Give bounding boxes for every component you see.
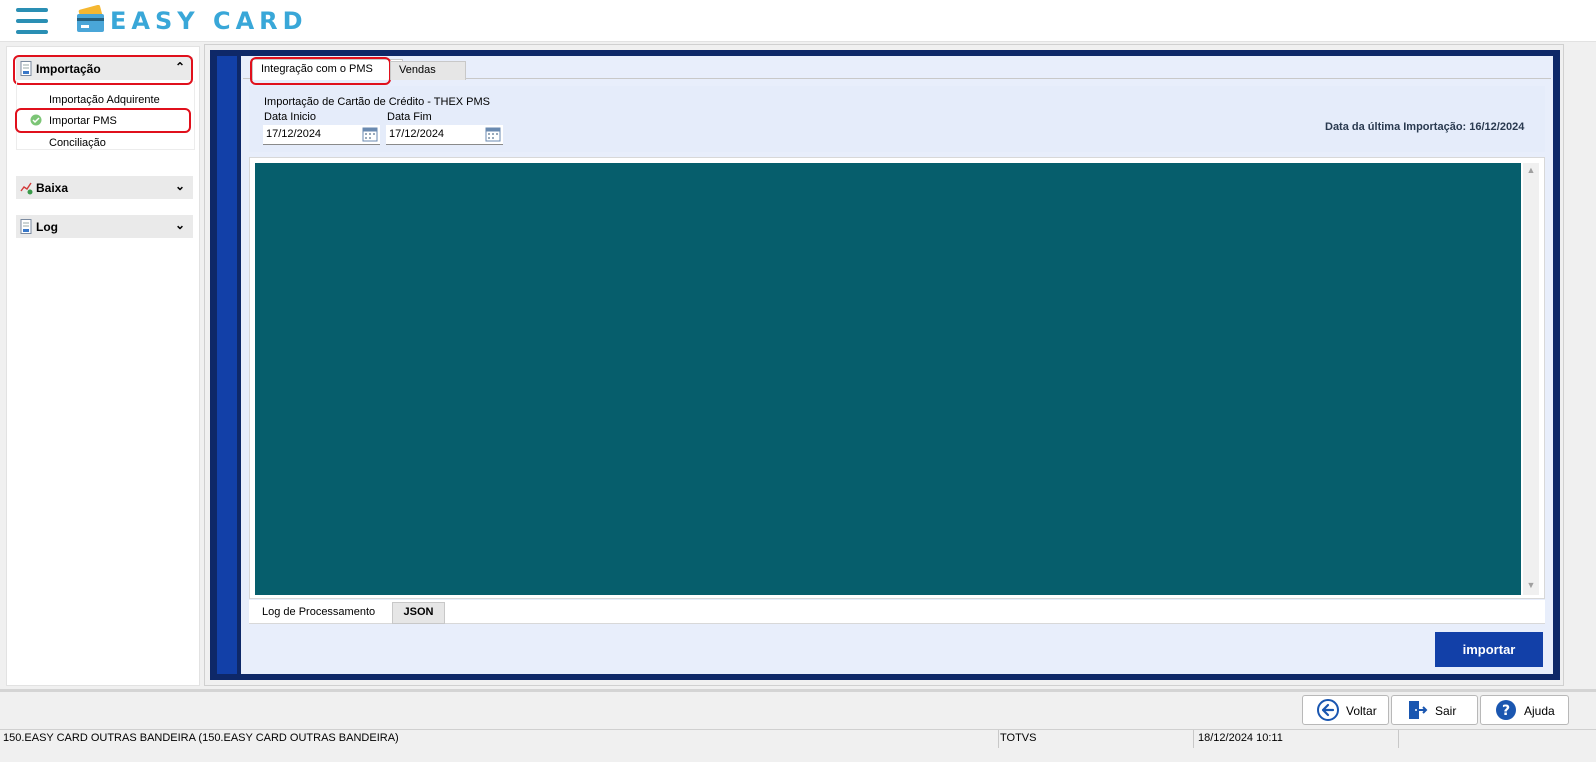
highlight-box [250, 57, 391, 85]
sair-label: Sair [1435, 704, 1457, 718]
sidebar-item-conciliacao[interactable]: Conciliação [49, 137, 106, 149]
sidebar-section-label: Baixa [36, 181, 69, 195]
status-vendor: TOTVS [997, 730, 1194, 748]
vertical-scrollbar[interactable] [1523, 163, 1539, 595]
data-inicio-field[interactable]: 17/12/2024 [263, 125, 380, 145]
frame-strip [217, 56, 237, 674]
data-inicio-label: Data Inicio [264, 111, 316, 123]
back-icon [1317, 699, 1339, 721]
help-icon: ? [1496, 700, 1516, 720]
log-output-area[interactable] [255, 163, 1521, 595]
data-inicio-value: 17/12/2024 [266, 128, 322, 140]
last-import-date: Data da última Importação: 16/12/2024 [1325, 121, 1525, 133]
tab-json[interactable]: JSON [392, 602, 445, 624]
sidebar-section-log[interactable]: Log ⌄ [16, 215, 193, 238]
sidebar-section-baixa[interactable]: Baixa ⌄ [16, 176, 193, 199]
voltar-button[interactable]: Voltar [1302, 695, 1389, 725]
svg-text:?: ? [1502, 703, 1510, 719]
sidebar: Importação ⌃ Importação Adquirente Impor… [6, 46, 200, 686]
sidebar-item-importacao-adquirente[interactable]: Importação Adquirente [49, 94, 160, 106]
data-fim-label: Data Fim [387, 111, 432, 123]
voltar-label: Voltar [1346, 704, 1377, 718]
ajuda-label: Ajuda [1524, 704, 1555, 718]
ajuda-button[interactable]: ? Ajuda [1480, 695, 1569, 725]
tab-vendas[interactable]: Vendas [390, 61, 466, 80]
scroll-up-icon[interactable]: ▲ [1523, 165, 1539, 179]
data-fim-field[interactable]: 17/12/2024 [386, 125, 503, 145]
brand-name: EASY CARD [110, 7, 308, 35]
hamburger-menu-icon[interactable] [14, 8, 50, 34]
importar-button[interactable]: importar [1435, 632, 1543, 667]
sidebar-section-label: Log [36, 220, 58, 234]
chevron-down-icon: ⌄ [174, 179, 185, 193]
chevron-down-icon: ⌄ [174, 218, 185, 232]
highlight-box [15, 108, 191, 133]
form-title: Importação de Cartão de Crédito - THEX P… [264, 96, 491, 108]
tab-log-processamento[interactable]: Log de Processamento [252, 603, 400, 623]
data-fim-value: 17/12/2024 [389, 128, 445, 140]
status-company: 150.EASY CARD OUTRAS BANDEIRA (150.EASY … [0, 730, 999, 748]
status-datetime: 18/12/2024 10:11 [1195, 730, 1399, 748]
scroll-down-icon[interactable]: ▼ [1523, 580, 1539, 594]
calendar-icon[interactable] [362, 126, 378, 142]
exit-icon [1409, 701, 1428, 719]
document-icon [20, 219, 32, 234]
calendar-icon[interactable] [485, 126, 501, 142]
sair-button[interactable]: Sair [1391, 695, 1478, 725]
card-logo-icon [77, 5, 104, 32]
chart-check-icon [20, 182, 33, 195]
